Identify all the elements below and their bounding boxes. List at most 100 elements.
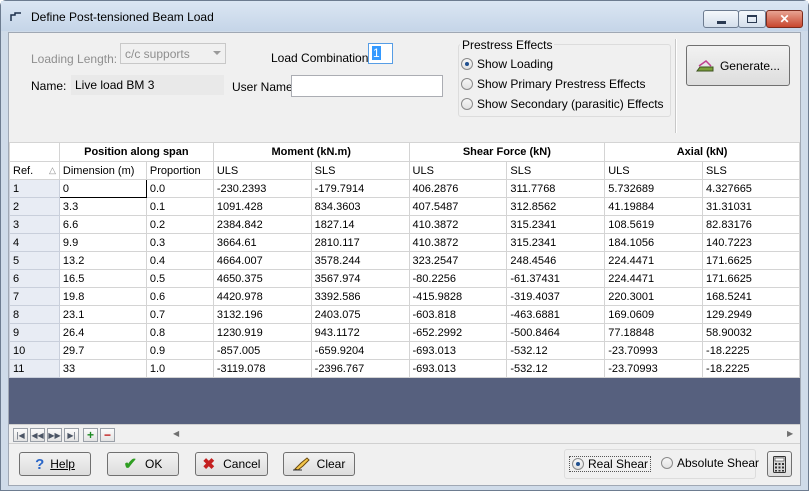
- cell-axial-uls[interactable]: 41.19884: [604, 197, 704, 216]
- cell-shear-sls[interactable]: 315.2341: [506, 215, 606, 234]
- cell-moment-uls[interactable]: -230.2393: [212, 179, 312, 198]
- last-record-icon[interactable]: ▶|: [64, 428, 79, 442]
- cell-moment-uls[interactable]: 4664.007: [212, 251, 312, 270]
- cell-moment-sls[interactable]: -659.9204: [310, 341, 410, 360]
- column-header-moment-sls[interactable]: SLS: [310, 161, 410, 180]
- cell-moment-uls[interactable]: 4420.978: [212, 287, 312, 306]
- cell-shear-uls[interactable]: -693.013: [408, 341, 508, 360]
- cell-ref[interactable]: 10: [9, 341, 60, 360]
- cell-moment-sls[interactable]: 3578.244: [310, 251, 410, 270]
- cell-axial-uls[interactable]: -23.70993: [604, 359, 704, 378]
- table-row[interactable]: 6 16.5 0.5 4650.375 3567.974 -80.2256 -61.3743…: [9, 269, 800, 288]
- radio-show-secondary[interactable]: Show Secondary (parasitic) Effects: [461, 97, 664, 111]
- cell-axial-sls[interactable]: -18.2225: [702, 359, 800, 378]
- cell-shear-uls[interactable]: 410.3872: [408, 215, 508, 234]
- cell-proportion[interactable]: 0.9: [145, 341, 214, 360]
- cell-moment-uls[interactable]: -857.005: [212, 341, 312, 360]
- cell-axial-uls[interactable]: 184.1056: [604, 233, 704, 252]
- cell-moment-uls[interactable]: -3119.078: [212, 359, 312, 378]
- cell-proportion[interactable]: 0.5: [145, 269, 214, 288]
- cell-proportion[interactable]: 1.0: [145, 359, 214, 378]
- minimize-button[interactable]: [703, 10, 739, 28]
- cell-shear-uls[interactable]: -603.818: [408, 305, 508, 324]
- user-name-input[interactable]: [291, 75, 443, 97]
- cell-dimension[interactable]: 3.3: [58, 197, 147, 216]
- cell-dimension[interactable]: 23.1: [58, 305, 147, 324]
- cell-axial-uls[interactable]: 224.4471: [604, 269, 704, 288]
- cell-moment-sls[interactable]: 1827.14: [310, 215, 410, 234]
- cell-moment-sls[interactable]: 943.1172: [310, 323, 410, 342]
- radio-absolute-shear[interactable]: Absolute Shear: [661, 456, 759, 470]
- table-row[interactable]: 1 0 0.0 -230.2393 -179.7914 406.2876 311.7768 5…: [9, 179, 800, 198]
- column-header-dimension[interactable]: Dimension (m): [58, 161, 147, 180]
- cell-dimension[interactable]: 33: [58, 359, 147, 378]
- cell-moment-uls[interactable]: 3132.196: [212, 305, 312, 324]
- cell-dimension[interactable]: 29.7: [58, 341, 147, 360]
- delete-row-icon[interactable]: −: [100, 428, 115, 442]
- cell-shear-sls[interactable]: 315.2341: [506, 233, 606, 252]
- cell-axial-sls[interactable]: 31.31031: [702, 197, 800, 216]
- cell-shear-sls[interactable]: -463.6881: [506, 305, 606, 324]
- cell-axial-sls[interactable]: 58.90032: [702, 323, 800, 342]
- maximize-button[interactable]: [738, 10, 766, 28]
- cell-proportion[interactable]: 0.3: [145, 233, 214, 252]
- cell-shear-sls[interactable]: 248.4546: [506, 251, 606, 270]
- cancel-button[interactable]: ✖ Cancel: [195, 452, 268, 476]
- cell-moment-uls[interactable]: 4650.375: [212, 269, 312, 288]
- table-row[interactable]: 4 9.9 0.3 3664.61 2810.117 410.3872 315.2341 18…: [9, 233, 800, 252]
- close-button[interactable]: ✕: [766, 10, 803, 28]
- cell-axial-sls[interactable]: 168.5241: [702, 287, 800, 306]
- cell-proportion[interactable]: 0.1: [145, 197, 214, 216]
- cell-moment-sls[interactable]: -2396.767: [310, 359, 410, 378]
- cell-ref[interactable]: 2: [9, 197, 60, 216]
- cell-shear-sls[interactable]: -500.8464: [506, 323, 606, 342]
- scroll-right-icon[interactable]: ▶: [787, 429, 793, 438]
- cell-moment-sls[interactable]: 3392.586: [310, 287, 410, 306]
- cell-ref[interactable]: 3: [9, 215, 60, 234]
- next-page-icon[interactable]: ▶▶: [47, 428, 62, 442]
- cell-proportion[interactable]: 0.7: [145, 305, 214, 324]
- cell-dimension[interactable]: 6.6: [58, 215, 147, 234]
- cell-axial-sls[interactable]: 171.6625: [702, 251, 800, 270]
- table-row[interactable]: 10 29.7 0.9 -857.005 -659.9204 -693.013 -532.1…: [9, 341, 800, 360]
- calculator-button[interactable]: [767, 451, 792, 477]
- cell-shear-sls[interactable]: -532.12: [506, 359, 606, 378]
- radio-show-primary[interactable]: Show Primary Prestress Effects: [461, 77, 646, 91]
- cell-shear-sls[interactable]: -319.4037: [506, 287, 606, 306]
- table-row[interactable]: 7 19.8 0.6 4420.978 3392.586 -415.9828 -319.40…: [9, 287, 800, 306]
- cell-ref[interactable]: 1: [9, 179, 60, 198]
- table-row[interactable]: 5 13.2 0.4 4664.007 3578.244 323.2547 248.4546…: [9, 251, 800, 270]
- cell-axial-sls[interactable]: 4.327665: [702, 179, 800, 198]
- cell-axial-uls[interactable]: 77.18848: [604, 323, 704, 342]
- cell-axial-uls[interactable]: -23.70993: [604, 341, 704, 360]
- cell-axial-sls[interactable]: 129.2949: [702, 305, 800, 324]
- cell-shear-uls[interactable]: 406.2876: [408, 179, 508, 198]
- cell-moment-uls[interactable]: 1091.428: [212, 197, 312, 216]
- cell-shear-uls[interactable]: -652.2992: [408, 323, 508, 342]
- cell-moment-uls[interactable]: 3664.61: [212, 233, 312, 252]
- cell-ref[interactable]: 9: [9, 323, 60, 342]
- table-row[interactable]: 9 26.4 0.8 1230.919 943.1172 -652.2992 -500.84…: [9, 323, 800, 342]
- cell-axial-sls[interactable]: 140.7223: [702, 233, 800, 252]
- column-header-axial-sls[interactable]: SLS: [702, 161, 800, 180]
- column-header-moment-uls[interactable]: ULS: [212, 161, 312, 180]
- cell-dimension[interactable]: 19.8: [58, 287, 147, 306]
- cell-moment-sls[interactable]: 3567.974: [310, 269, 410, 288]
- cell-ref[interactable]: 5: [9, 251, 60, 270]
- column-header-axial-uls[interactable]: ULS: [604, 161, 704, 180]
- table-row[interactable]: 8 23.1 0.7 3132.196 2403.075 -603.818 -463.688…: [9, 305, 800, 324]
- cell-moment-sls[interactable]: -179.7914: [310, 179, 410, 198]
- cell-shear-uls[interactable]: -693.013: [408, 359, 508, 378]
- cell-moment-uls[interactable]: 2384.842: [212, 215, 312, 234]
- cell-dimension[interactable]: 9.9: [58, 233, 147, 252]
- cell-ref[interactable]: 4: [9, 233, 60, 252]
- ok-button[interactable]: ✔ OK: [107, 452, 179, 476]
- cell-dimension[interactable]: 26.4: [58, 323, 147, 342]
- cell-dimension[interactable]: 16.5: [58, 269, 147, 288]
- cell-shear-uls[interactable]: 407.5487: [408, 197, 508, 216]
- cell-moment-sls[interactable]: 2810.117: [310, 233, 410, 252]
- table-row[interactable]: 3 6.6 0.2 2384.842 1827.14 410.3872 315.2341 10…: [9, 215, 800, 234]
- add-row-icon[interactable]: +: [83, 428, 98, 442]
- loading-length-select[interactable]: c/c supports: [120, 43, 226, 64]
- cell-moment-uls[interactable]: 1230.919: [212, 323, 312, 342]
